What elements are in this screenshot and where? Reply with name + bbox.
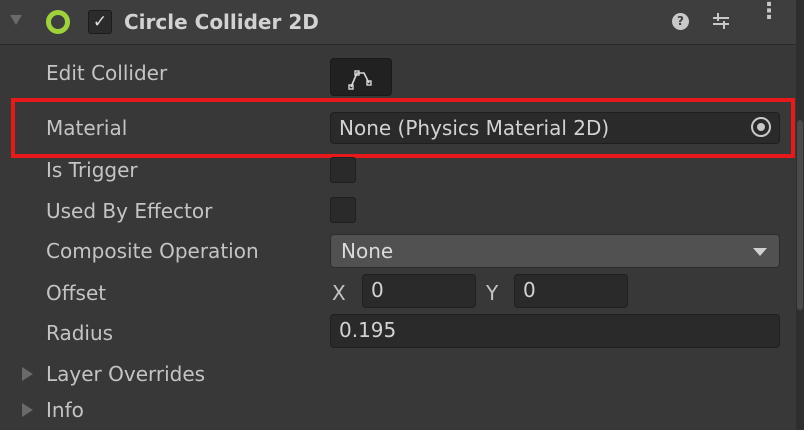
composite-operation-label: Composite Operation bbox=[46, 239, 259, 263]
edit-collider-button[interactable] bbox=[330, 58, 392, 96]
radius-field[interactable]: 0.195 bbox=[330, 314, 780, 348]
is-trigger-label: Is Trigger bbox=[46, 158, 138, 182]
foldout-arrow-icon[interactable] bbox=[10, 15, 22, 25]
composite-operation-value: None bbox=[341, 239, 394, 263]
component-header: ✓ Circle Collider 2D ? ⋮ bbox=[0, 0, 796, 45]
layer-overrides-arrow-icon[interactable] bbox=[22, 367, 33, 381]
help-icon[interactable]: ? bbox=[672, 13, 689, 30]
edit-collider-label: Edit Collider bbox=[46, 61, 168, 85]
offset-y-field[interactable]: 0 bbox=[514, 274, 628, 308]
component-enabled-checkbox[interactable]: ✓ bbox=[88, 10, 112, 34]
offset-x-field[interactable]: 0 bbox=[362, 274, 476, 308]
scrollbar[interactable] bbox=[796, 0, 804, 430]
scrollbar-thumb[interactable] bbox=[797, 120, 803, 310]
circle-collider-icon bbox=[46, 10, 70, 34]
used-by-effector-checkbox[interactable] bbox=[330, 197, 356, 223]
layer-overrides-foldout[interactable]: Layer Overrides bbox=[46, 362, 205, 386]
component-title: Circle Collider 2D bbox=[124, 10, 319, 34]
offset-label: Offset bbox=[46, 281, 107, 305]
radius-label: Radius bbox=[46, 321, 114, 345]
presets-icon[interactable] bbox=[711, 11, 731, 31]
chevron-down-icon bbox=[753, 248, 767, 256]
used-by-effector-label: Used By Effector bbox=[46, 199, 213, 223]
offset-y-label: Y bbox=[486, 281, 499, 305]
is-trigger-checkbox[interactable] bbox=[330, 157, 356, 183]
info-arrow-icon[interactable] bbox=[22, 403, 33, 417]
edit-collider-icon bbox=[348, 70, 372, 90]
info-foldout[interactable]: Info bbox=[46, 398, 84, 422]
composite-operation-dropdown[interactable]: None bbox=[330, 234, 780, 268]
offset-x-label: X bbox=[332, 281, 346, 305]
context-menu-icon[interactable]: ⋮ bbox=[758, 1, 780, 34]
material-highlight-box bbox=[11, 98, 795, 158]
